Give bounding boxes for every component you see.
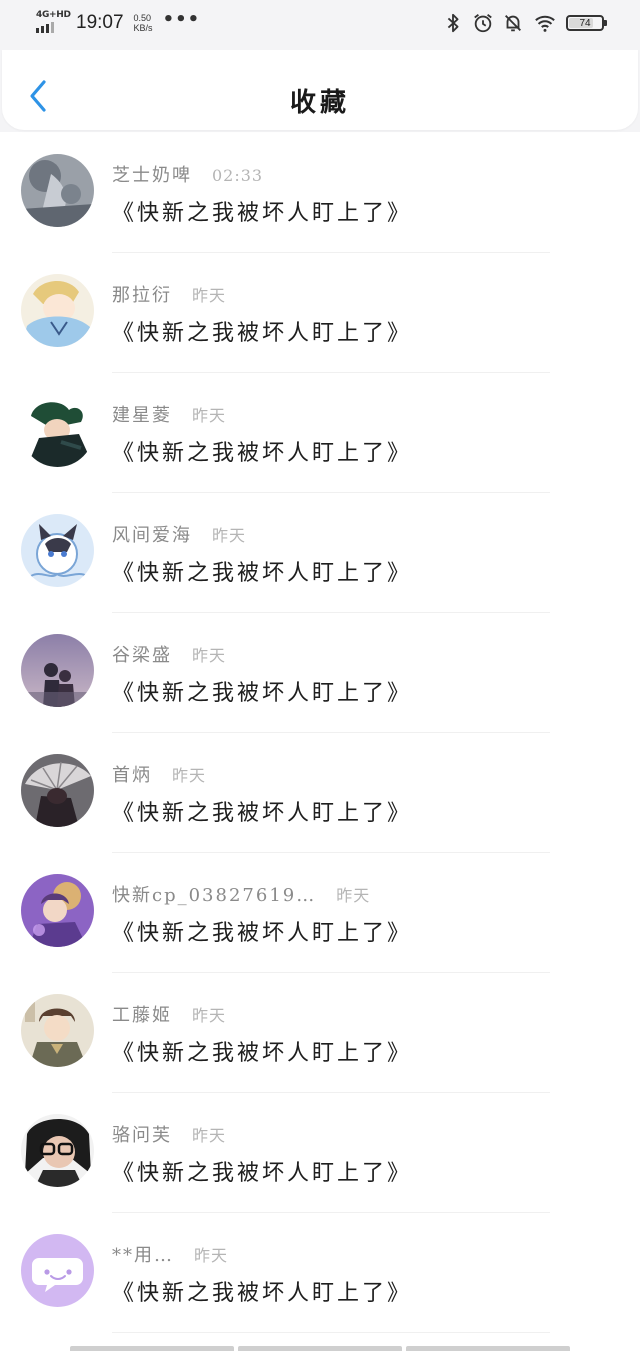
wifi-icon [535, 15, 555, 32]
list-item[interactable]: 风间爱海 昨天《快新之我被坏人盯上了》 [0, 493, 640, 613]
avatar[interactable] [21, 154, 94, 227]
list-item[interactable]: 谷梁盛 昨天《快新之我被坏人盯上了》 [0, 613, 640, 733]
mute-icon [505, 15, 521, 32]
user-name[interactable]: **用… [112, 1241, 174, 1267]
avatar-image [21, 1234, 94, 1307]
avatar-image [21, 514, 94, 587]
avatar-image [21, 1114, 94, 1187]
user-name[interactable]: 建星菱 [112, 401, 172, 427]
item-title[interactable]: 《快新之我被坏人盯上了》 [112, 1155, 412, 1187]
timestamp: 昨天 [172, 766, 207, 785]
avatar[interactable] [21, 994, 94, 1067]
list-item[interactable]: 首炳 昨天《快新之我被坏人盯上了》 [0, 733, 640, 853]
alarm-icon [474, 14, 492, 33]
item-title[interactable]: 《快新之我被坏人盯上了》 [112, 1275, 412, 1307]
avatar-image [21, 394, 94, 467]
item-meta: 骆问芙 昨天 [112, 1121, 226, 1147]
item-meta: 工藤姬 昨天 [112, 1001, 226, 1027]
speed-unit: KB/s [133, 23, 153, 33]
item-meta: 建星菱 昨天 [112, 401, 226, 427]
item-meta: 芝士奶啤 02:33 [112, 161, 263, 187]
user-name[interactable]: 谷梁盛 [112, 641, 172, 667]
list-item[interactable]: 工藤姬 昨天《快新之我被坏人盯上了》 [0, 973, 640, 1093]
item-meta: **用… 昨天 [112, 1241, 228, 1267]
user-name[interactable]: 那拉衍 [112, 281, 172, 307]
item-title[interactable]: 《快新之我被坏人盯上了》 [112, 1035, 412, 1067]
status-bar: 4G+HD 19:07 0.50 KB/s ••• 74 [0, 0, 640, 50]
item-title[interactable]: 《快新之我被坏人盯上了》 [112, 315, 412, 347]
avatar-image [21, 154, 94, 227]
list-item[interactable]: **用… 昨天《快新之我被坏人盯上了》 [0, 1213, 640, 1333]
item-title[interactable]: 《快新之我被坏人盯上了》 [112, 435, 412, 467]
avatar-image [21, 274, 94, 347]
page-title: 收藏 [289, 88, 350, 118]
timestamp: 昨天 [192, 286, 227, 305]
user-name[interactable]: 芝士奶啤 [112, 161, 192, 187]
list-item[interactable]: 那拉衍 昨天《快新之我被坏人盯上了》 [0, 253, 640, 373]
bottom-scroll-indicator [70, 1346, 570, 1351]
item-meta: 快新cp_03827619… 昨天 [112, 881, 370, 907]
user-name[interactable]: 骆问芙 [112, 1121, 172, 1147]
timestamp: 昨天 [192, 646, 227, 665]
item-meta: 谷梁盛 昨天 [112, 641, 226, 667]
item-meta: 首炳 昨天 [112, 761, 206, 787]
favorites-list: 芝士奶啤 02:33 《快新之我被坏人盯上了》 那拉衍 昨天 《快新之我被坏人盯上了》 建星… [0, 133, 640, 1333]
timestamp: 昨天 [212, 526, 247, 545]
avatar[interactable] [21, 874, 94, 947]
more-notifications-icon: ••• [162, 8, 201, 30]
list-item[interactable]: 快新cp_03827619… 昨天《快新之我被坏人盯上了》 [0, 853, 640, 973]
user-name[interactable]: 首炳 [112, 761, 152, 787]
speed-value: 0.50 [133, 13, 152, 23]
item-title[interactable]: 《快新之我被坏人盯上了》 [112, 915, 412, 947]
item-title[interactable]: 《快新之我被坏人盯上了》 [112, 795, 412, 827]
timestamp: 昨天 [192, 406, 227, 425]
user-name[interactable]: 快新cp_03827619… [112, 881, 316, 907]
list-item[interactable]: 芝士奶啤 02:33 《快新之我被坏人盯上了》 [0, 133, 640, 253]
list-item[interactable]: 建星菱 昨天《快新之我被坏人盯上了》 [0, 373, 640, 493]
avatar[interactable] [21, 754, 94, 827]
network-speed: 0.50 KB/s [134, 13, 153, 33]
item-title[interactable]: 《快新之我被坏人盯上了》 [112, 675, 412, 707]
avatar[interactable] [21, 1234, 94, 1307]
avatar[interactable] [21, 1114, 94, 1187]
avatar-image [21, 874, 94, 947]
item-title[interactable]: 《快新之我被坏人盯上了》 [112, 555, 412, 587]
network-type: 4G+HD [36, 10, 71, 20]
battery-icon: 74 [566, 15, 607, 31]
timestamp: 02:33 [212, 166, 264, 185]
user-name[interactable]: 风间爱海 [112, 521, 192, 547]
timestamp: 昨天 [192, 1006, 227, 1025]
avatar-image [21, 994, 94, 1067]
avatar-image [21, 754, 94, 827]
divider [112, 1332, 550, 1333]
list-item[interactable]: 骆问芙 昨天《快新之我被坏人盯上了》 [0, 1093, 640, 1213]
avatar-image [21, 634, 94, 707]
item-title[interactable]: 《快新之我被坏人盯上了》 [112, 195, 412, 227]
timestamp: 昨天 [194, 1246, 229, 1265]
item-meta: 那拉衍 昨天 [112, 281, 226, 307]
cellular-signal-icon: 4G+HD [36, 10, 71, 36]
battery-level: 74 [579, 17, 591, 29]
item-meta: 风间爱海 昨天 [112, 521, 246, 547]
timestamp: 昨天 [192, 1126, 227, 1145]
header-card: 收藏 [2, 50, 638, 130]
timestamp: 昨天 [336, 886, 371, 905]
avatar[interactable] [21, 514, 94, 587]
header: 收藏 [0, 50, 640, 132]
avatar[interactable] [21, 274, 94, 347]
status-time: 19:07 [76, 12, 124, 33]
avatar[interactable] [21, 394, 94, 467]
user-name[interactable]: 工藤姬 [112, 1001, 172, 1027]
bluetooth-icon [447, 13, 459, 33]
avatar[interactable] [21, 634, 94, 707]
